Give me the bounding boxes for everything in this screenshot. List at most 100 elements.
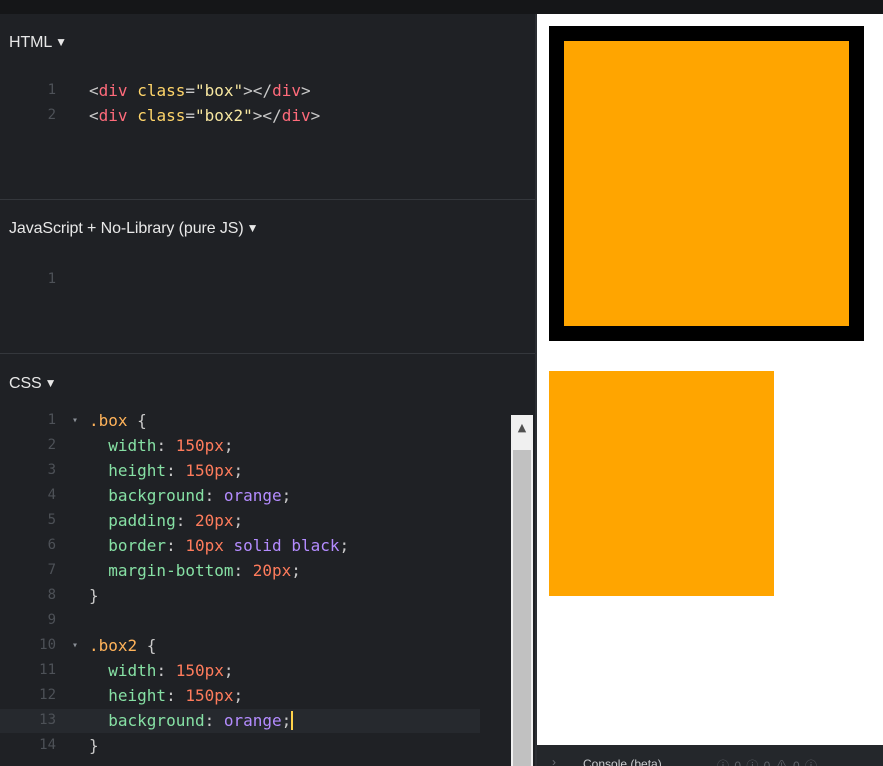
code-token: "box2" (195, 106, 253, 125)
css-scrollbar-thumb[interactable] (513, 450, 531, 766)
code-text: padding: 20px; (89, 508, 243, 533)
code-text: width: 150px; (89, 433, 233, 458)
code-token: div (98, 106, 128, 125)
code-token: ; (223, 661, 234, 680)
chevron-right-icon[interactable]: › (552, 755, 556, 766)
code-token: 150px (175, 661, 224, 680)
panel-toggle-icon[interactable]: ▼ (247, 221, 259, 235)
code-token: = (185, 106, 195, 125)
code-token: ; (281, 711, 292, 730)
preview-box (549, 26, 864, 341)
code-token: height (108, 686, 167, 705)
code-token: : (156, 661, 176, 680)
code-token: : (204, 711, 224, 730)
code-token: 10px (185, 536, 224, 555)
line-number: 5 (47, 512, 56, 528)
code-token: orange (223, 711, 282, 730)
code-token: .box (89, 411, 128, 430)
code-text: border: 10px solid black; (89, 533, 349, 558)
code-token: orange (223, 486, 282, 505)
line-number: 12 (39, 687, 56, 703)
scroll-up-icon[interactable]: ▲ (511, 415, 533, 441)
panel-toggle-icon[interactable]: ▼ (55, 35, 67, 49)
code-token: height (108, 461, 167, 480)
code-token: background (108, 486, 205, 505)
line-number: 1 (47, 82, 56, 98)
line-number: 3 (47, 462, 56, 478)
code-token: } (89, 736, 99, 755)
top-strip (0, 0, 883, 14)
js-panel-header[interactable]: JavaScript + No-Library (pure JS) ▼ (9, 220, 258, 238)
code-token: 150px (185, 686, 234, 705)
fold-arrow-icon[interactable]: ▾ (72, 633, 78, 658)
css-panel-header[interactable]: CSS ▼ (9, 375, 56, 393)
code-token: black (291, 536, 340, 555)
code-token: solid (233, 536, 282, 555)
panel-divider[interactable] (0, 199, 535, 200)
code-token: .box2 (89, 636, 138, 655)
code-token: : (166, 536, 186, 555)
code-token: < (89, 106, 99, 125)
panel-divider[interactable] (0, 353, 535, 354)
code-token: : (175, 511, 195, 530)
line-number: 8 (47, 587, 56, 603)
code-text: <div class="box"></div> (89, 78, 311, 103)
code-token: background (108, 711, 205, 730)
code-text: } (89, 733, 99, 758)
code-token: padding (108, 511, 176, 530)
code-token: ; (339, 536, 350, 555)
code-token: border (108, 536, 167, 555)
code-token: < (89, 81, 99, 100)
code-token: = (185, 81, 195, 100)
code-token: ; (281, 486, 292, 505)
code-text: height: 150px; (89, 683, 243, 708)
code-token: { (127, 411, 147, 430)
code-token: : (204, 486, 224, 505)
code-token: 150px (185, 461, 234, 480)
line-number: 1 (47, 271, 56, 287)
code-text: .box { (89, 408, 147, 433)
code-token: ; (233, 511, 244, 530)
code-token: div (281, 106, 311, 125)
line-number: 10 (39, 637, 56, 653)
code-text: <div class="box2"></div> (89, 103, 320, 128)
console-counts: ⓘ 0 ⓘ 0 ⚠ 0 ⓘ (717, 759, 819, 766)
html-panel-title: HTML (9, 34, 53, 51)
css-panel-title: CSS (9, 375, 42, 392)
panel-toggle-icon[interactable]: ▼ (45, 376, 57, 390)
line-number: 9 (47, 612, 56, 628)
code-text: background: orange; (89, 483, 291, 508)
code-token: ></ (252, 106, 282, 125)
code-token: { (137, 636, 157, 655)
console-label[interactable]: Console (beta) (583, 757, 662, 766)
code-text: width: 150px; (89, 658, 234, 683)
fold-arrow-icon[interactable]: ▾ (72, 408, 78, 433)
line-number: 11 (39, 662, 56, 678)
line-number: 7 (47, 562, 56, 578)
code-token: ></ (243, 81, 273, 100)
text-cursor (291, 711, 294, 730)
code-token: ; (233, 686, 244, 705)
code-token: : (233, 561, 253, 580)
code-token: : (166, 686, 186, 705)
code-token: 150px (175, 436, 224, 455)
html-panel-header[interactable]: HTML ▼ (9, 34, 67, 52)
code-token: : (166, 461, 186, 480)
console-bar[interactable]: › Console (beta) ⓘ 0 ⓘ 0 ⚠ 0 ⓘ (537, 745, 883, 766)
code-token: ; (291, 561, 301, 580)
code-token: > (310, 106, 321, 125)
line-number: 6 (47, 537, 56, 553)
line-number: 1 (47, 412, 56, 428)
code-text: height: 150px; (89, 458, 243, 483)
code-token: : (156, 436, 176, 455)
code-token: > (300, 81, 311, 100)
